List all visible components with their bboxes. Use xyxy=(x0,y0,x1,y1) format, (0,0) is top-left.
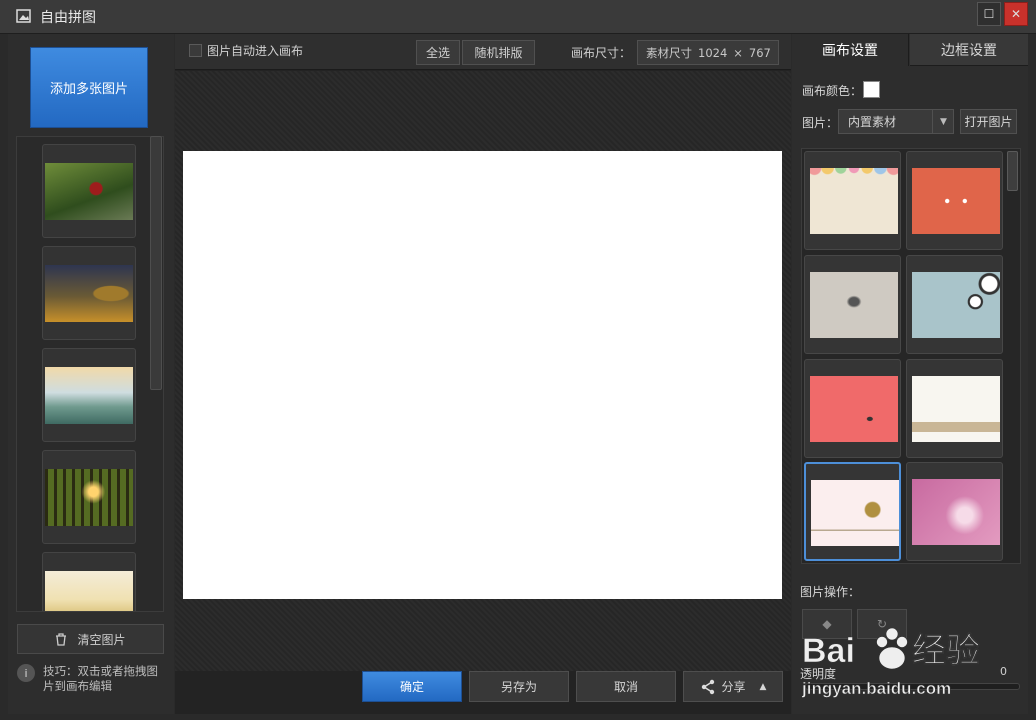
maximize-icon: ☐ xyxy=(983,7,995,21)
canvas-height: 767 xyxy=(748,45,771,60)
svg-text:jingyan.baidu.com: jingyan.baidu.com xyxy=(801,679,951,698)
open-image-button[interactable]: 打开图片 xyxy=(960,109,1017,134)
chevron-down-icon[interactable]: ▼ xyxy=(932,109,954,134)
tab-border-settings[interactable]: 边框设置 xyxy=(910,34,1028,66)
canvas-color-swatch[interactable] xyxy=(863,81,880,98)
thumbnail-field[interactable] xyxy=(42,552,136,611)
material-gray-sketch[interactable] xyxy=(804,255,901,354)
add-images-button[interactable]: 添加多张图片 xyxy=(30,47,148,128)
ok-button[interactable]: 确定 xyxy=(362,671,462,702)
close-button[interactable]: ✕ xyxy=(1004,2,1028,26)
material-polka-dot-bunting[interactable] xyxy=(804,151,901,250)
thumbnail-robot-toy[interactable] xyxy=(42,246,136,340)
canvas-color-label: 画布颜色： xyxy=(802,84,863,98)
material-white-landscape[interactable] xyxy=(906,359,1003,458)
clear-images-button[interactable]: 清空图片 xyxy=(17,624,164,654)
canvas-size-label: 画布尺寸： xyxy=(571,46,632,60)
share-icon xyxy=(701,679,714,694)
info-icon: i xyxy=(17,664,35,682)
tip-text: 技巧：双击或者拖拽图片到画布编辑 xyxy=(43,664,158,693)
collage-canvas[interactable] xyxy=(183,151,782,599)
random-layout-button[interactable]: 随机排版 xyxy=(462,40,535,65)
canvas-size-mode: 素材尺寸 xyxy=(646,45,692,60)
maximize-button[interactable]: ☐ xyxy=(977,2,1001,26)
window-title: 自由拼图 xyxy=(40,10,96,26)
cancel-button[interactable]: 取消 xyxy=(576,671,676,702)
canvas-size-select[interactable]: 素材尺寸 1024 × 767 xyxy=(637,40,779,65)
times-sign: × xyxy=(733,45,743,60)
trash-icon xyxy=(56,632,67,646)
thumbnail-list xyxy=(16,136,164,612)
image-source-label: 图片： xyxy=(802,116,839,130)
material-purple-bokeh[interactable] xyxy=(906,462,1003,561)
thumbnail-red-flower[interactable] xyxy=(42,144,136,238)
picture-icon xyxy=(16,9,31,23)
auto-enter-checkbox[interactable] xyxy=(189,44,202,57)
material-coral-figure[interactable] xyxy=(804,359,901,458)
chevron-up-icon: ▲ xyxy=(759,681,767,692)
material-pink-tree[interactable] xyxy=(804,462,901,561)
select-all-button[interactable]: 全选 xyxy=(416,40,460,65)
svg-text:Bai: Bai xyxy=(802,632,855,670)
tab-canvas-settings[interactable]: 画布设置 xyxy=(792,34,909,66)
thumbnail-landscape[interactable] xyxy=(42,348,136,442)
auto-enter-label: 图片自动进入画布 xyxy=(207,44,304,58)
material-grid xyxy=(801,148,1021,564)
svg-text:经验: 经验 xyxy=(912,631,980,670)
material-scrollbar[interactable] xyxy=(1007,151,1018,191)
share-label: 分享 xyxy=(721,680,746,694)
baidu-jingyan-watermark: Bai 经验 jingyan.baidu.com xyxy=(801,627,980,698)
close-icon: ✕ xyxy=(1010,7,1022,21)
material-blue-dandelion[interactable] xyxy=(906,255,1003,354)
thumbnail-forest[interactable] xyxy=(42,450,136,544)
save-as-button[interactable]: 另存为 xyxy=(469,671,569,702)
title-bar xyxy=(0,0,1036,34)
image-ops-label: 图片操作： xyxy=(800,585,861,599)
share-button[interactable]: 分享 ▲ xyxy=(683,671,783,702)
clear-images-label: 清空图片 xyxy=(77,632,126,647)
canvas-width: 1024 xyxy=(698,45,728,60)
thumbnail-scrollbar[interactable] xyxy=(150,136,162,390)
material-orange-icons[interactable] xyxy=(906,151,1003,250)
